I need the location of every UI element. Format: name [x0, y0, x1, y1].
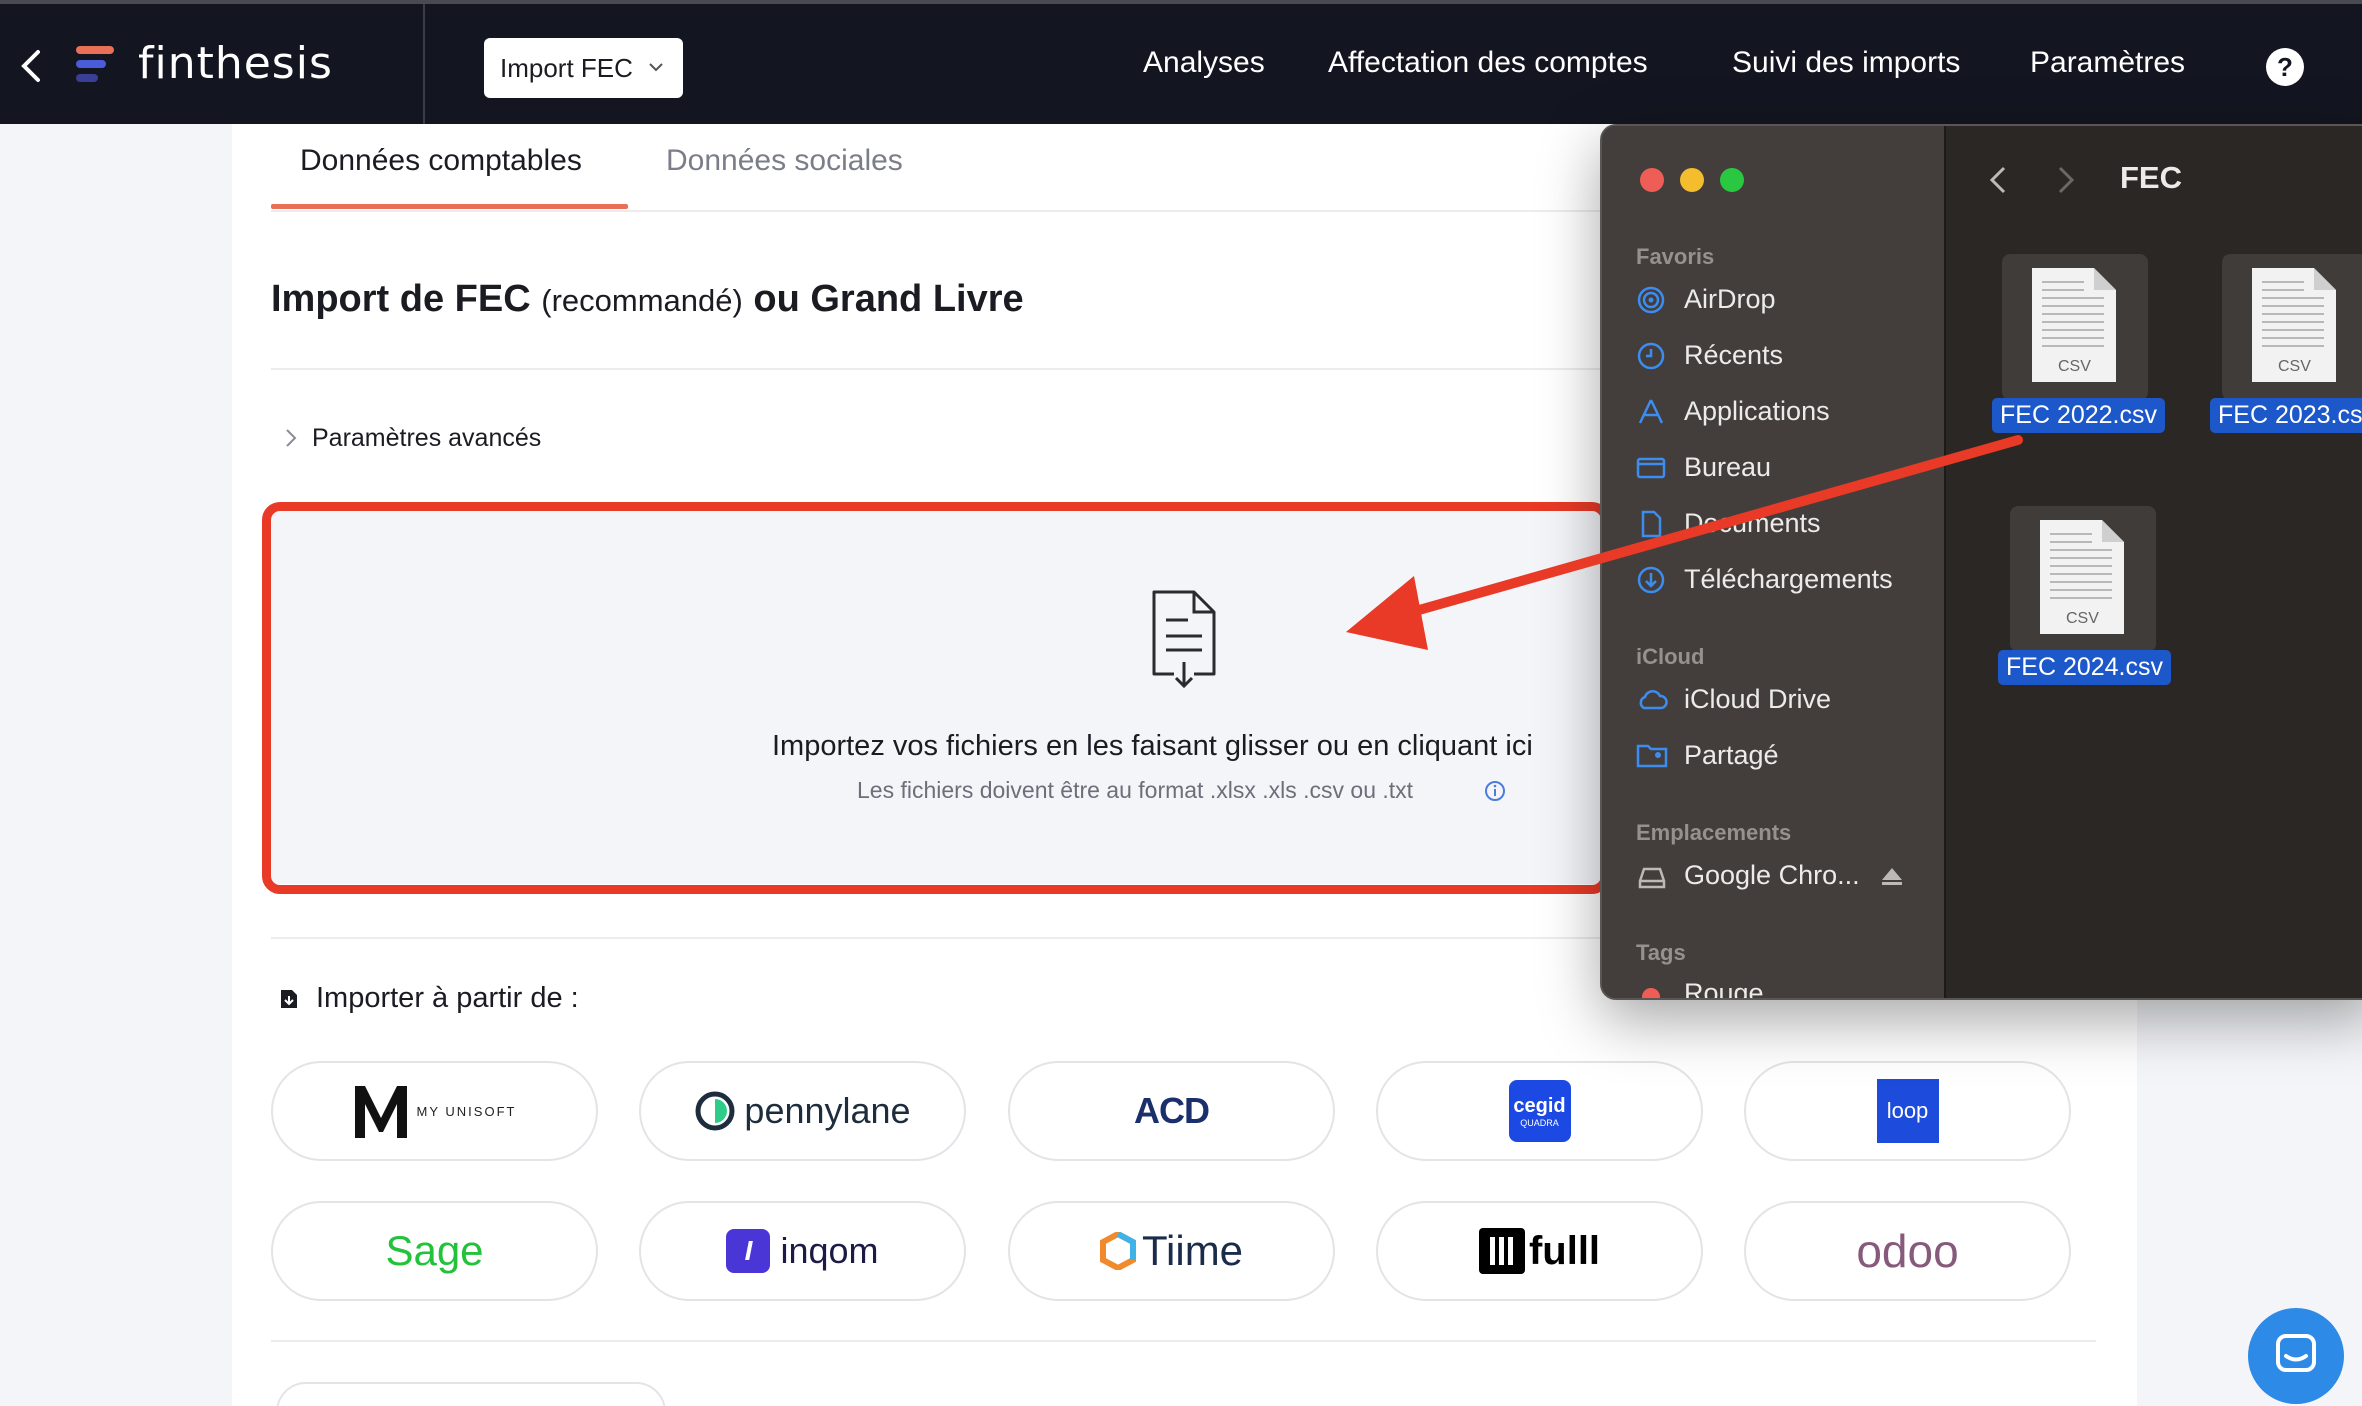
- chat-support-button[interactable]: [2248, 1308, 2344, 1404]
- drag-arrow-annotation: [1346, 435, 2023, 650]
- chat-icon: [2276, 1334, 2316, 1372]
